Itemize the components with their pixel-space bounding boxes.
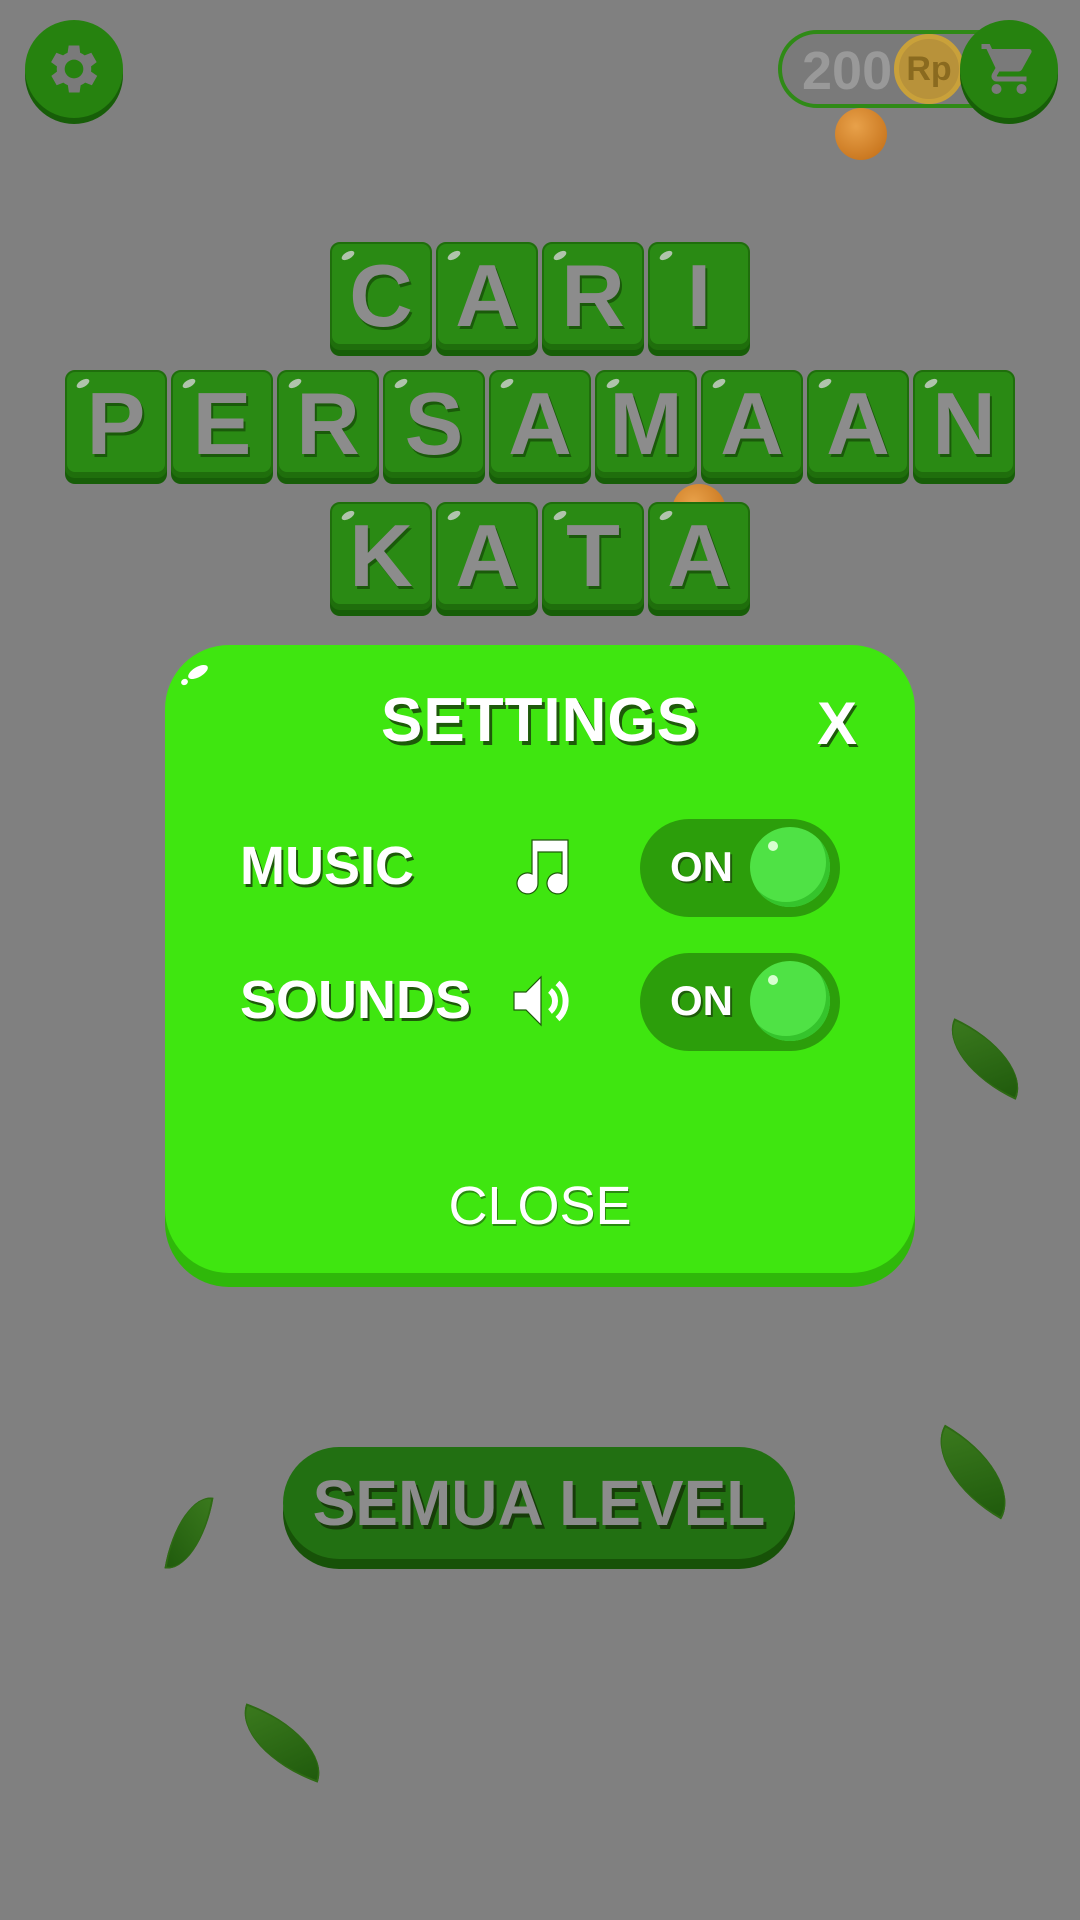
title-tile: N <box>913 370 1015 478</box>
music-label: MUSIC <box>240 836 414 896</box>
title-tile: A <box>489 370 591 478</box>
speaker-icon <box>513 975 569 1027</box>
leaf-decoration <box>164 1491 214 1575</box>
title-tile: A <box>648 502 750 610</box>
title-line-1: C A R I <box>0 242 1080 350</box>
cart-icon <box>981 44 1032 94</box>
all-levels-button[interactable]: SEMUA LEVEL <box>283 1447 795 1559</box>
title-line-2: P E R S A M A A N <box>0 370 1080 478</box>
coin-count: 200 <box>802 41 893 101</box>
title-tile: S <box>383 370 485 478</box>
leaf-decoration <box>917 1424 1029 1520</box>
title-tile: I <box>648 242 750 350</box>
title-tile: A <box>701 370 803 478</box>
dialog-title: SETTINGS <box>380 686 700 755</box>
title-tile: K <box>330 502 432 610</box>
sounds-toggle[interactable]: ON <box>640 953 840 1051</box>
title-tile: R <box>542 242 644 350</box>
title-tile: A <box>807 370 909 478</box>
music-toggle[interactable]: ON <box>640 819 840 917</box>
title-tile: C <box>330 242 432 350</box>
gloss-highlight <box>185 662 211 682</box>
title-tile: A <box>436 502 538 610</box>
toggle-knob <box>750 961 830 1041</box>
title-tile: E <box>171 370 273 478</box>
sounds-label: SOUNDS <box>240 970 472 1030</box>
settings-dialog: SETTINGS X MUSIC ON SOUNDS ON CLOSE <box>165 645 915 1273</box>
shop-button[interactable] <box>960 20 1058 118</box>
title-tile: M <box>595 370 697 478</box>
gear-icon <box>51 45 98 93</box>
close-icon[interactable]: X <box>817 689 857 758</box>
orange-decoration <box>835 108 887 160</box>
title-tile: A <box>436 242 538 350</box>
toggle-knob <box>750 827 830 907</box>
settings-button[interactable] <box>25 20 123 118</box>
music-toggle-state: ON <box>670 843 733 890</box>
leaf-decoration <box>229 1703 335 1783</box>
coin-icon: Rp <box>894 34 964 104</box>
leaf-decoration <box>934 1018 1036 1100</box>
title-tile: R <box>277 370 379 478</box>
sounds-toggle-state: ON <box>670 977 733 1024</box>
title-line-3: K A T A <box>0 502 1080 610</box>
music-note-icon <box>516 839 569 895</box>
title-tile: T <box>542 502 644 610</box>
close-button[interactable]: CLOSE <box>165 1175 915 1237</box>
title-tile: P <box>65 370 167 478</box>
